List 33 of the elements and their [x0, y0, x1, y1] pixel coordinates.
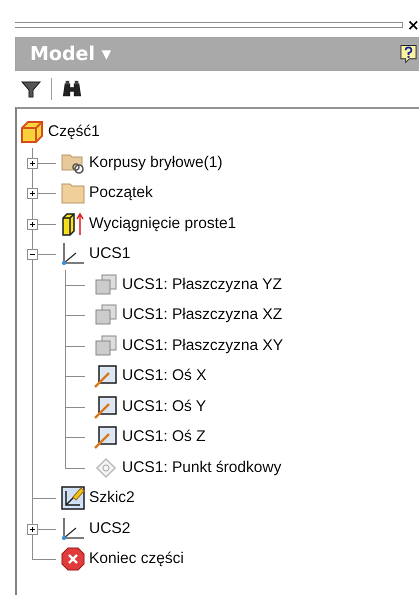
expand-icon[interactable] [27, 524, 38, 534]
tree-item[interactable]: UCS1: Płaszczyzna YZ [122, 276, 282, 294]
expand-icon[interactable] [27, 218, 38, 230]
axis-icon [93, 424, 119, 450]
tree-item[interactable]: UCS1: Płaszczyzna XY [122, 336, 284, 355]
tree-item[interactable]: UCS1: Oś Z [122, 428, 206, 446]
tree-item[interactable]: Koniec części [89, 550, 184, 568]
tree-item[interactable]: UCS1 [89, 245, 130, 264]
expand-icon[interactable] [27, 158, 38, 168]
tree-item[interactable]: Wyciągnięcie proste1 [89, 214, 236, 233]
close-button[interactable]: × [407, 18, 419, 32]
cube-icon [19, 119, 45, 146]
help-icon[interactable] [400, 44, 417, 64]
tree-item[interactable]: Korpusy bryłowe(1) [89, 154, 223, 172]
axis-icon [93, 363, 119, 390]
tree-item[interactable]: Początek [89, 184, 153, 202]
tree-item[interactable]: UCS1: Płaszczyzna XZ [122, 306, 282, 324]
tree-item[interactable]: UCS1: Oś X [122, 367, 206, 386]
collapse-icon[interactable] [27, 249, 38, 260]
axes-icon [60, 516, 86, 542]
tree-item[interactable]: UCS1: Oś Y [122, 398, 206, 416]
tree-item[interactable]: Część1 [48, 123, 100, 142]
binoculars-icon[interactable] [62, 79, 82, 99]
sketch-icon [60, 485, 86, 512]
axis-icon [93, 394, 119, 420]
tree-item[interactable]: UCS2 [89, 520, 130, 538]
filter-icon[interactable] [21, 79, 41, 99]
axes-icon [60, 241, 86, 268]
extrusion-icon [60, 210, 86, 237]
stop-icon [60, 546, 86, 572]
expand-icon[interactable] [27, 188, 38, 199]
tree-item[interactable]: UCS1: Punkt środkowy [122, 458, 282, 477]
tree-item[interactable]: Szkic2 [89, 489, 135, 508]
